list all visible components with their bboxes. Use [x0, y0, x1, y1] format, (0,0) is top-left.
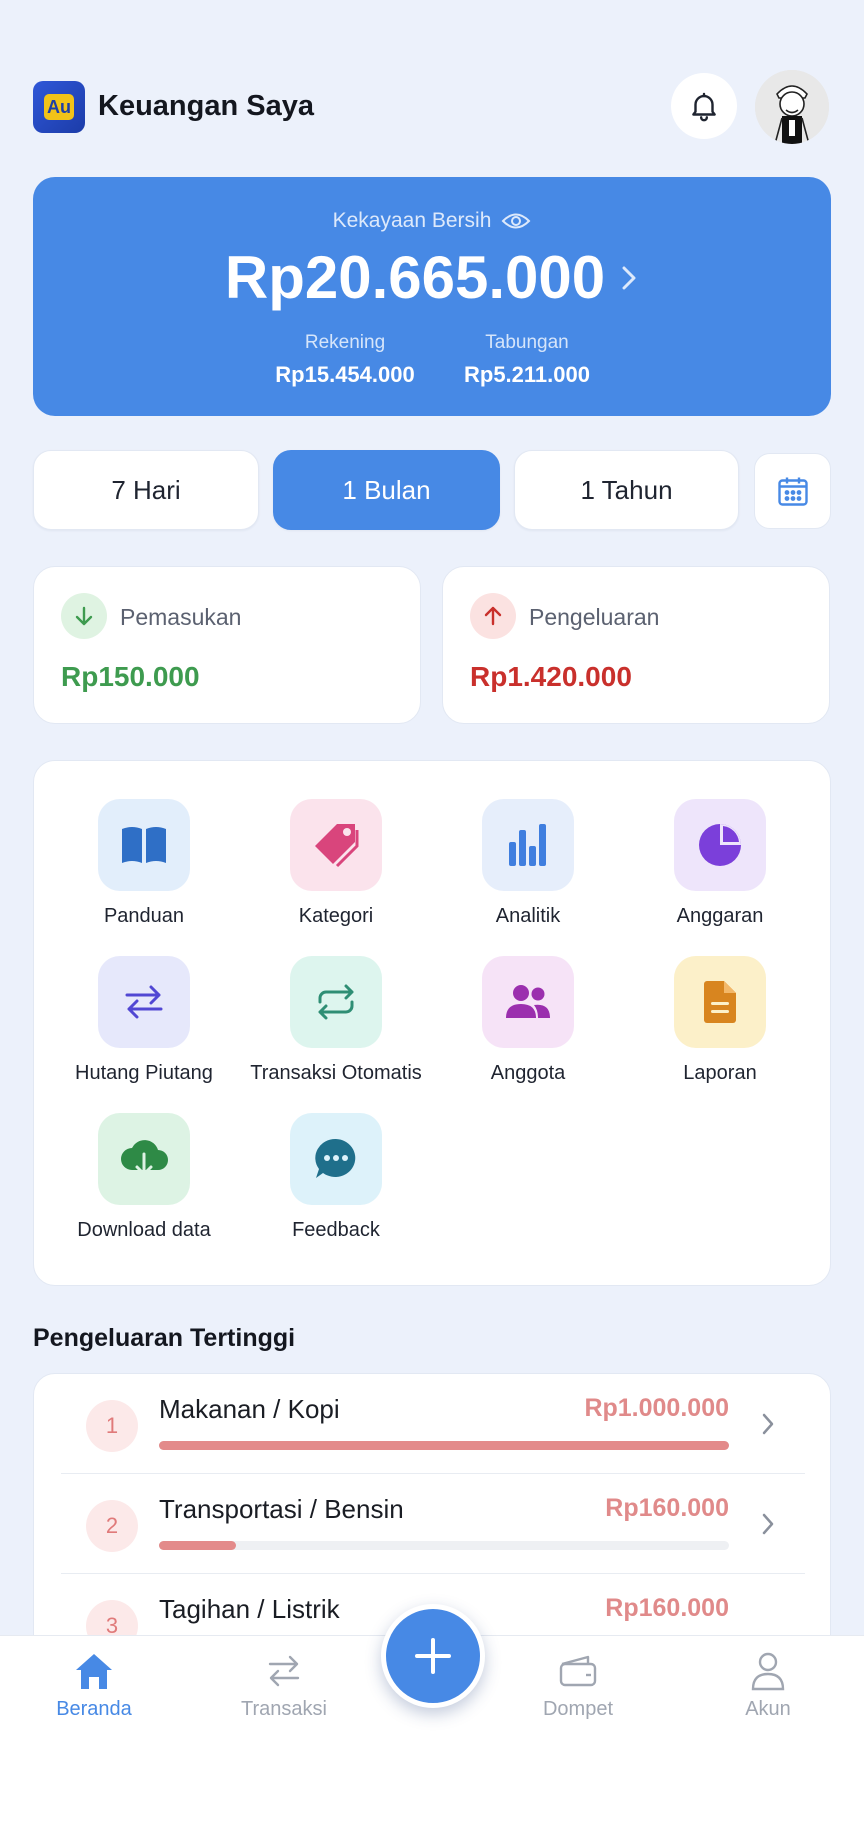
net-worth-card[interactable]: Kekayaan Bersih Rp20.665.000 Rekening Rp… [33, 177, 831, 416]
menu-label: Transaksi Otomatis [250, 1062, 422, 1084]
menu-label: Laporan [683, 1062, 757, 1084]
progress-fill [159, 1441, 729, 1450]
menu-item-download-data[interactable]: Download data [48, 1113, 240, 1242]
expense-category: Tagihan / Listrik [159, 1594, 340, 1624]
progress-track [159, 1541, 729, 1550]
expense-amount: Rp1.000.000 [584, 1394, 729, 1422]
calendar-icon [777, 477, 808, 506]
net-worth-label: Kekayaan Bersih [332, 209, 492, 232]
menu-label: Feedback [292, 1219, 380, 1241]
logo-text: Au [44, 94, 74, 120]
nav-label: Transaksi [241, 1698, 327, 1720]
app-logo: Au [33, 81, 85, 133]
arrow-up-icon [470, 593, 516, 639]
eye-icon[interactable] [501, 211, 531, 231]
bar-chart-icon [482, 799, 574, 891]
period-7-days[interactable]: 7 Hari [33, 450, 259, 530]
period-1-year[interactable]: 1 Tahun [514, 450, 739, 530]
app-title: Keuangan Saya [98, 90, 314, 122]
chat-bubble-icon [290, 1113, 382, 1205]
expense-amount: Rp160.000 [605, 1494, 729, 1522]
menu-label: Panduan [103, 905, 185, 927]
progress-fill [159, 1541, 236, 1550]
list-item[interactable]: 2 Transportasi / Bensin Rp160.000 [61, 1474, 805, 1574]
nav-label: Beranda [56, 1698, 132, 1720]
nav-transactions[interactable]: Transaksi [204, 1646, 364, 1721]
add-transaction-button[interactable] [381, 1604, 485, 1708]
app-screen: Au Keuangan Saya Kekayaan Bersih Rp20.66… [0, 0, 864, 1824]
calendar-button[interactable] [754, 453, 831, 529]
menu-label: Kategori [298, 905, 374, 927]
users-icon [482, 956, 574, 1048]
menu-item-anggota[interactable]: Anggota [432, 956, 624, 1085]
list-item[interactable]: 1 Makanan / Kopi Rp1.000.000 [61, 1374, 805, 1474]
rank-badge: 1 [86, 1400, 138, 1452]
savings-value: Rp5.211.000 [464, 362, 590, 387]
nav-home[interactable]: Beranda [14, 1646, 174, 1721]
expense-amount: Rp160.000 [605, 1594, 729, 1622]
repeat-icon [290, 956, 382, 1048]
expense-label: Pengeluaran [529, 604, 660, 630]
accounts-value: Rp15.454.000 [275, 362, 415, 387]
expense-value: Rp1.420.000 [470, 661, 632, 692]
menu-item-transaksi-otomatis[interactable]: Transaksi Otomatis [240, 956, 432, 1085]
avatar[interactable] [755, 70, 829, 144]
header: Au Keuangan Saya [33, 70, 831, 146]
wallet-icon [498, 1646, 658, 1696]
menu-item-analitik[interactable]: Analitik [432, 799, 624, 928]
swap-icon [204, 1646, 364, 1696]
menu-item-laporan[interactable]: Laporan [624, 956, 816, 1085]
chevron-right-icon [762, 1513, 774, 1535]
nav-label: Akun [745, 1698, 791, 1720]
net-worth-amount: Rp20.665.000 [224, 244, 606, 311]
rank-badge: 2 [86, 1500, 138, 1552]
nav-account[interactable]: Akun [688, 1646, 848, 1721]
notification-button[interactable] [671, 73, 737, 139]
feature-menu: Panduan Kategori Analitik Anggaran Hutan… [33, 760, 831, 1286]
savings-summary: Tabungan Rp5.211.000 [447, 332, 607, 388]
menu-label: Anggota [490, 1062, 566, 1084]
tag-icon [290, 799, 382, 891]
income-label: Pemasukan [120, 604, 242, 630]
income-value: Rp150.000 [61, 661, 200, 692]
bell-icon [692, 92, 716, 122]
accounts-summary: Rekening Rp15.454.000 [265, 332, 425, 388]
expense-category: Transportasi / Bensin [159, 1494, 404, 1524]
expense-card[interactable]: Pengeluaran Rp1.420.000 [442, 566, 830, 724]
menu-item-hutang-piutang[interactable]: Hutang Piutang [48, 956, 240, 1085]
progress-track [159, 1441, 729, 1450]
book-icon [98, 799, 190, 891]
pie-chart-icon [674, 799, 766, 891]
menu-label: Hutang Piutang [75, 1062, 213, 1084]
home-icon [14, 1646, 174, 1696]
swap-arrows-icon [98, 956, 190, 1048]
menu-item-kategori[interactable]: Kategori [240, 799, 432, 928]
expense-category: Makanan / Kopi [159, 1394, 340, 1424]
savings-label: Tabungan [485, 332, 569, 353]
period-1-month[interactable]: 1 Bulan [273, 450, 500, 530]
plus-icon [415, 1638, 451, 1674]
chevron-right-icon [762, 1413, 774, 1435]
nav-label: Dompet [542, 1698, 614, 1720]
nav-wallet[interactable]: Dompet [498, 1646, 658, 1721]
accounts-label: Rekening [304, 332, 386, 353]
menu-item-panduan[interactable]: Panduan [48, 799, 240, 928]
menu-label: Analitik [495, 905, 561, 927]
income-card[interactable]: Pemasukan Rp150.000 [33, 566, 421, 724]
arrow-down-icon [61, 593, 107, 639]
section-title-top-expenses: Pengeluaran Tertinggi [33, 1324, 296, 1352]
menu-label: Anggaran [676, 905, 764, 927]
chevron-right-icon [622, 266, 636, 289]
menu-item-feedback[interactable]: Feedback [240, 1113, 432, 1242]
user-portrait-icon [755, 70, 829, 144]
cloud-download-icon [98, 1113, 190, 1205]
document-icon [674, 956, 766, 1048]
menu-item-anggaran[interactable]: Anggaran [624, 799, 816, 928]
user-icon [688, 1646, 848, 1696]
menu-label: Download data [77, 1219, 211, 1241]
